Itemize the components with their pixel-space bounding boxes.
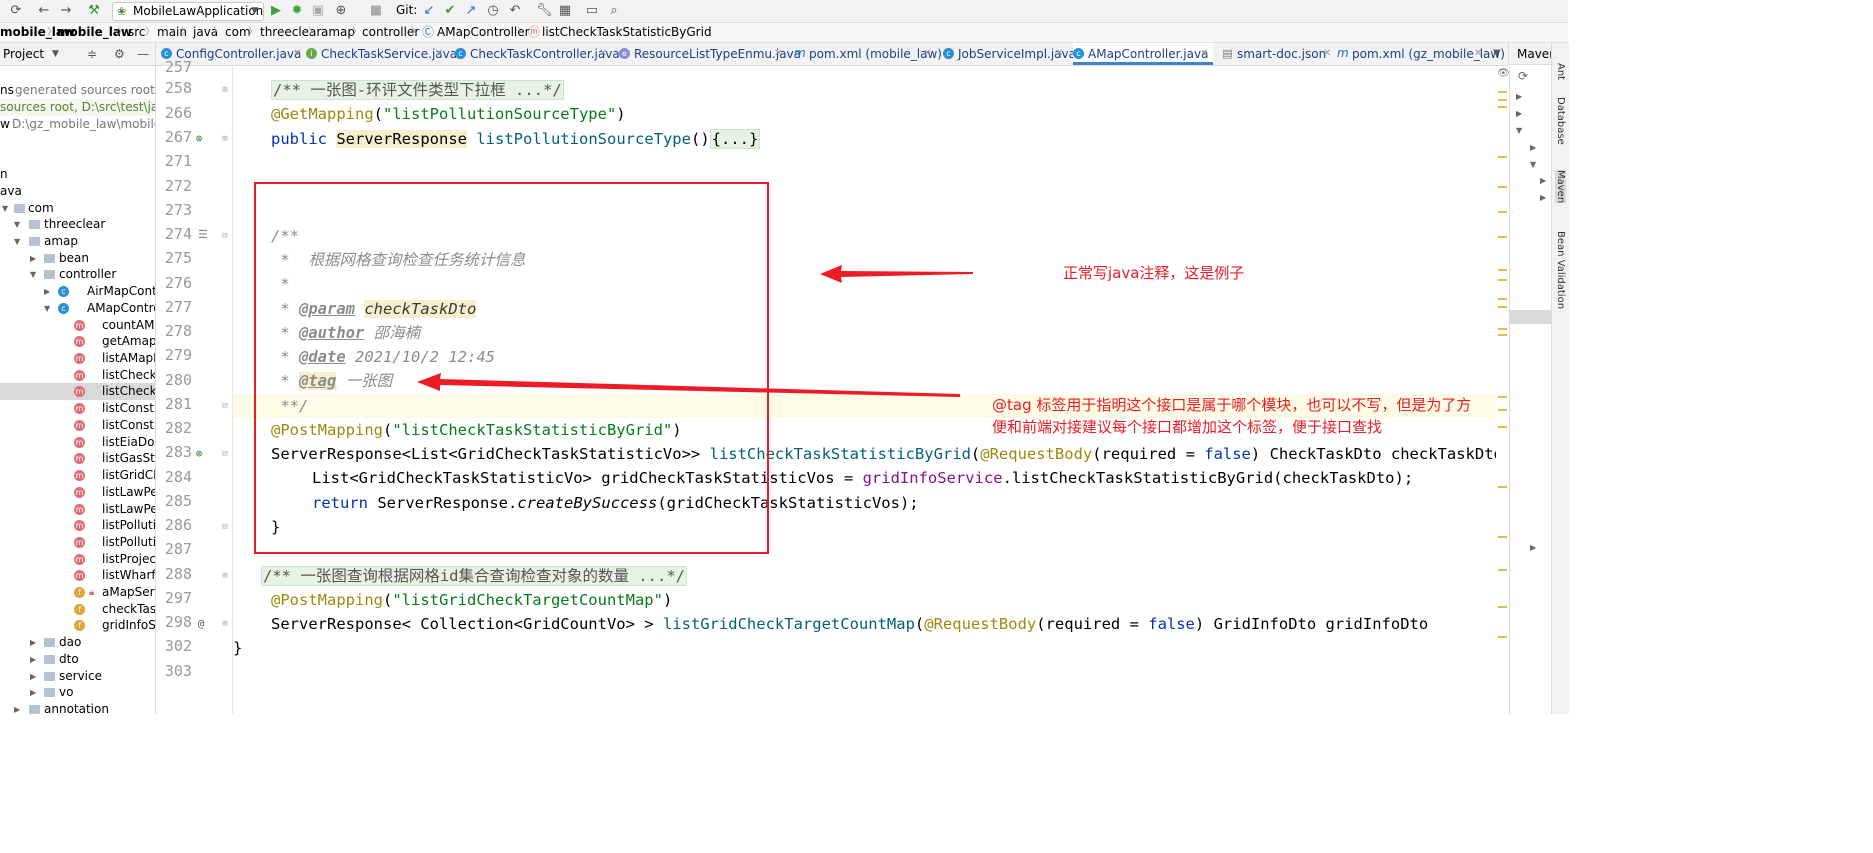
arrow-to-javadoc (820, 265, 973, 283)
annotation-note-tag-line2: 便和前端对接建议每个接口都增加这个标签，便于接口查找 (992, 418, 1383, 436)
arrow-to-tag (417, 373, 960, 397)
annotation-note-tag-line1: @tag 标签用于指明这个接口是属于哪个模块，也可以不写，但是为了方 (992, 396, 1472, 414)
annotation-arrows (417, 265, 973, 397)
annotation-note-javadoc: 正常写java注释，这是例子 (1063, 264, 1245, 282)
